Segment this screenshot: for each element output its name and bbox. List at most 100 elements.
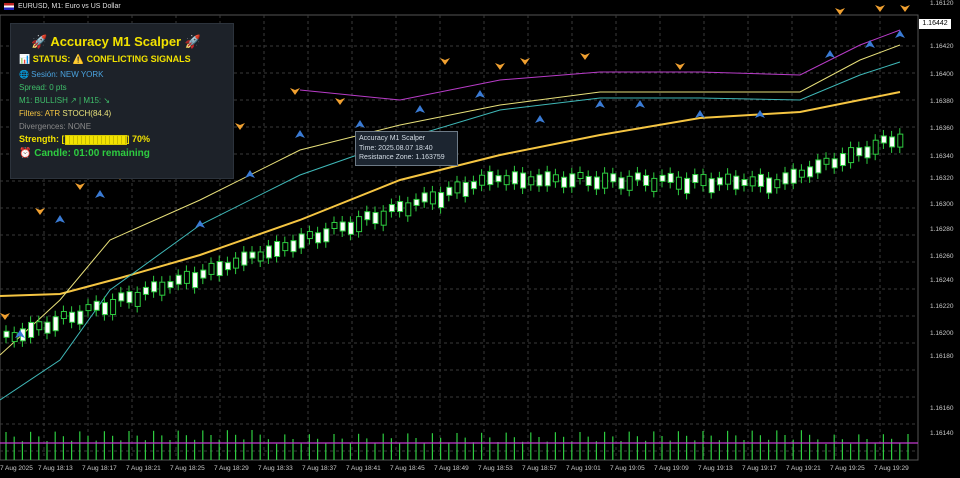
candle-body: [315, 232, 322, 244]
chart-title-bar: EURUSD, M1: Euro vs US Dollar: [4, 3, 121, 10]
time-tick-label: 7 Aug 18:25: [170, 465, 205, 472]
candle-body: [429, 191, 436, 205]
buy-arrow-icon: [825, 50, 835, 58]
candle-body: [118, 292, 125, 302]
candle-body: [561, 176, 568, 188]
candle-body: [536, 174, 543, 187]
candle-body: [618, 177, 625, 190]
candle-body: [93, 300, 100, 311]
sell-arrow-icon: [440, 58, 450, 65]
candle-body: [798, 169, 805, 178]
candle-body: [101, 302, 108, 316]
candle-timer: ⏰ Candle: 01:00 remaining: [19, 148, 150, 159]
price-tick-label: 1.16380: [930, 98, 954, 105]
candle-body: [347, 221, 354, 235]
candle-body: [626, 175, 633, 191]
candle-body: [503, 175, 510, 186]
price-tick-label: 1.16280: [930, 226, 954, 233]
candle-body: [848, 147, 855, 164]
time-tick-label: 7 Aug 18:45: [390, 465, 425, 472]
time-tick-label: 7 Aug 19:25: [830, 465, 865, 472]
time-tick-label: 7 Aug 2025: [0, 465, 33, 472]
candle-body: [28, 321, 35, 338]
candle-body: [610, 173, 617, 183]
sell-arrow-icon: [900, 5, 910, 12]
time-tick-label: 7 Aug 18:21: [126, 465, 161, 472]
candle-body: [405, 202, 412, 217]
flag-icon: [4, 3, 14, 10]
buy-arrow-icon: [635, 100, 645, 108]
candle-body: [364, 211, 371, 221]
candle-body: [200, 269, 207, 279]
indicator-tooltip: Accuracy M1 Scalper Time: 2025.08.07 18:…: [355, 131, 458, 166]
candle-body: [667, 172, 674, 183]
candle-body: [684, 177, 691, 194]
candle-body: [790, 168, 797, 184]
candle-body: [36, 321, 43, 331]
candle-body: [192, 272, 199, 289]
time-tick-label: 7 Aug 19:01: [566, 465, 601, 472]
price-tick-label: 1.16400: [930, 71, 954, 78]
candle-body: [651, 177, 658, 192]
tooltip-line-3: Resistance Zone: 1.163759: [359, 154, 445, 161]
scalper-info-panel: 🚀 Accuracy M1 Scalper 🚀 📊 STATUS: ⚠️ CON…: [10, 23, 234, 179]
spread-line: Spread: 0 pts: [19, 83, 67, 92]
sell-arrow-icon: [290, 88, 300, 95]
candle-body: [487, 171, 494, 186]
time-tick-label: 7 Aug 18:57: [522, 465, 557, 472]
candle-body: [643, 174, 650, 186]
buy-arrow-icon: [55, 215, 65, 223]
time-tick-label: 7 Aug 18:53: [478, 465, 513, 472]
candle-body: [757, 173, 764, 187]
sell-arrow-icon: [335, 98, 345, 105]
candle-body: [397, 201, 404, 213]
price-tick-label: 1.16140: [930, 430, 954, 437]
candle-body: [175, 274, 182, 285]
candle-body: [372, 212, 379, 225]
candle-body: [126, 291, 133, 304]
buy-arrow-icon: [195, 220, 205, 228]
candle-body: [880, 135, 887, 144]
candle-body: [725, 173, 732, 185]
sell-arrow-icon: [835, 8, 845, 15]
candle-body: [110, 298, 117, 315]
candle-body: [544, 171, 551, 187]
candle-body: [552, 174, 559, 183]
price-tick-label: 1.16320: [930, 175, 954, 182]
candle-body: [872, 139, 879, 155]
candle-body: [864, 146, 871, 159]
candle-body: [60, 311, 67, 320]
symbol-title: EURUSD, M1: Euro vs US Dollar: [18, 3, 121, 10]
candle-body: [331, 221, 338, 229]
candle-body: [208, 262, 215, 275]
candle-body: [167, 281, 174, 289]
trend-line: M1: BULLISH ↗ | M15: ↘: [19, 96, 111, 105]
tooltip-line-2: Time: 2025.08.07 18:40: [359, 144, 433, 152]
time-tick-label: 7 Aug 19:05: [610, 465, 645, 472]
candle-body: [224, 262, 231, 271]
candle-body: [388, 204, 395, 213]
time-tick-label: 7 Aug 19:21: [786, 465, 821, 472]
time-tick-label: 7 Aug 18:49: [434, 465, 469, 472]
price-tick-label: 1.16260: [930, 253, 954, 260]
time-tick-label: 7 Aug 18:33: [258, 465, 293, 472]
price-tick-label: 1.16340: [930, 153, 954, 160]
time-tick-label: 7 Aug 19:29: [874, 465, 909, 472]
candle-body: [593, 176, 600, 190]
candle-body: [470, 181, 477, 190]
candle-body: [815, 159, 822, 174]
candle-body: [889, 136, 896, 148]
buy-arrow-icon: [865, 40, 875, 48]
candle-body: [823, 157, 830, 165]
candle-body: [585, 175, 592, 186]
candle-body: [69, 311, 76, 323]
time-tick-label: 7 Aug 18:29: [214, 465, 249, 472]
buy-arrow-icon: [535, 115, 545, 123]
candle-body: [462, 181, 469, 197]
candle-body: [249, 251, 256, 259]
filters-line: Filters: ATR STOCH(84.4): [19, 109, 111, 118]
buy-arrow-icon: [415, 105, 425, 113]
filters-value: STOCH(84.4): [62, 109, 112, 118]
candle-body: [897, 133, 904, 148]
candle-body: [511, 171, 518, 185]
